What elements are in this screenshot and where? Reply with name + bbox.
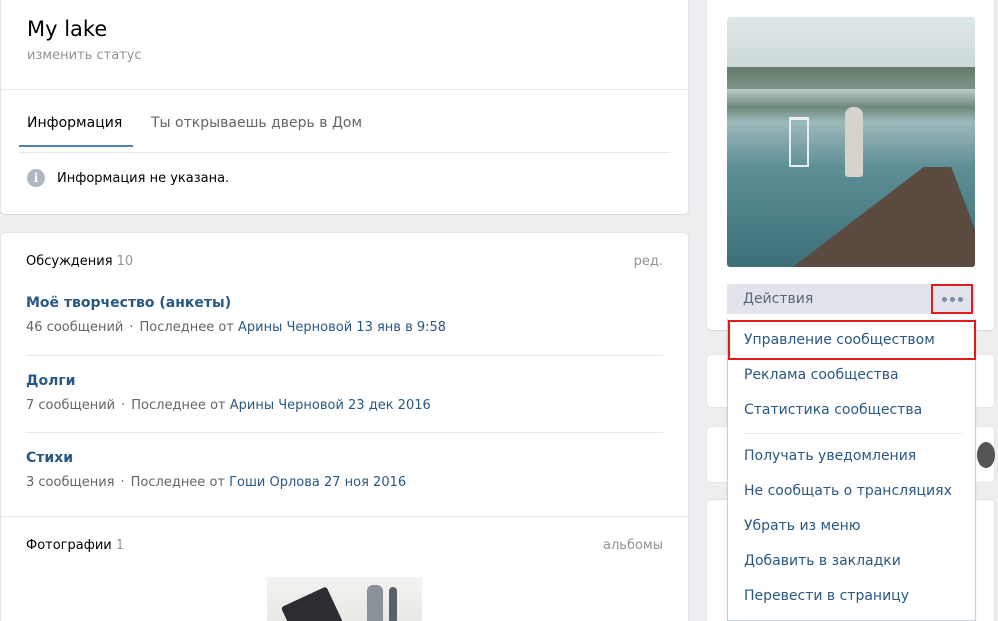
topic-divider xyxy=(26,432,663,433)
actions-dropdown-menu: Управление сообществом Реклама сообществ… xyxy=(727,319,976,621)
menu-item-remove-from-menu[interactable]: Убрать из меню xyxy=(744,518,861,534)
active-tab-indicator xyxy=(19,145,133,147)
menu-item-get-notifications[interactable]: Получать уведомления xyxy=(744,448,916,464)
topic-meta: 3 сообщения · Последнее от Гоши Орлова 27 … xyxy=(26,475,406,490)
divider xyxy=(1,89,688,90)
topic-message-count: 3 сообщения xyxy=(26,475,115,490)
page-title: My lake xyxy=(27,17,108,41)
menu-item-add-bookmark[interactable]: Добавить в закладки xyxy=(744,553,901,569)
menu-item-community-stats[interactable]: Статистика сообщества xyxy=(744,402,922,418)
discussions-title: Обсуждения xyxy=(26,254,113,269)
separator-dot: · xyxy=(121,398,126,413)
topic-meta: 46 сообщений · Последнее от Арины Черновой… xyxy=(26,320,446,335)
tab-door-home[interactable]: Ты открываешь дверь в Дом xyxy=(151,115,362,131)
topic-last-prefix: Последнее от xyxy=(131,398,226,413)
photos-header[interactable]: Фотографии 1 xyxy=(26,538,124,553)
actions-label: Действия xyxy=(743,291,814,307)
photo-thumbnail[interactable] xyxy=(267,577,422,621)
topic-last-author-link[interactable]: Арины Черновой 23 дек 2016 xyxy=(230,398,431,413)
photos-count: 1 xyxy=(115,538,125,553)
topic-last-prefix: Последнее от xyxy=(139,320,234,335)
topic-title[interactable]: Долги xyxy=(26,373,75,389)
albums-link[interactable]: альбомы xyxy=(603,538,663,553)
discussions-edit-link[interactable]: ред. xyxy=(634,254,663,269)
menu-item-manage-community[interactable]: Управление сообществом xyxy=(744,332,935,348)
separator-dot: · xyxy=(120,475,125,490)
topic-meta: 7 сообщений · Последнее от Арины Черновой … xyxy=(26,398,431,413)
info-empty-text: Информация не указана. xyxy=(57,171,230,186)
discussions-header[interactable]: Обсуждения 10 xyxy=(26,254,133,269)
photo-person xyxy=(845,107,863,177)
tabs-divider xyxy=(19,152,670,153)
group-header-card: My lake изменить статус Информация Ты от… xyxy=(1,0,688,214)
topic-title[interactable]: Стихи xyxy=(26,450,73,466)
separator-dot: · xyxy=(129,320,134,335)
topic-last-author-link[interactable]: Гоши Орлова 27 ноя 2016 xyxy=(229,475,406,490)
photo-ladder xyxy=(789,117,809,167)
photo-object xyxy=(367,585,383,621)
photo-trees xyxy=(727,67,975,89)
change-status-link[interactable]: изменить статус xyxy=(27,48,142,63)
tab-information[interactable]: Информация xyxy=(27,115,122,131)
discussions-card: Обсуждения 10 ред. Моё творчество (анкеты… xyxy=(1,233,688,621)
more-dots-icon[interactable] xyxy=(931,284,973,314)
photos-title: Фотографии xyxy=(26,538,112,553)
group-avatar-card: Действия xyxy=(707,0,994,330)
photo-object xyxy=(280,586,344,621)
info-icon: i xyxy=(27,169,45,187)
photo-pier xyxy=(767,167,975,267)
topic-divider xyxy=(26,355,663,356)
topic-message-count: 46 сообщений xyxy=(26,320,124,335)
photo-object xyxy=(389,587,397,621)
actions-button[interactable]: Действия xyxy=(727,284,975,314)
avatar xyxy=(977,442,995,468)
menu-item-convert-to-page[interactable]: Перевести в страницу xyxy=(744,588,909,604)
topic-message-count: 7 сообщений xyxy=(26,398,116,413)
discussions-count: 10 xyxy=(116,254,134,269)
menu-divider xyxy=(744,433,962,434)
menu-item-community-ads[interactable]: Реклама сообщества xyxy=(744,367,899,383)
topic-last-prefix: Последнее от xyxy=(130,475,225,490)
group-cover-photo[interactable] xyxy=(727,17,975,267)
menu-item-mute-broadcasts[interactable]: Не сообщать о трансляциях xyxy=(744,483,952,499)
topic-title[interactable]: Моё творчество (анкеты) xyxy=(26,295,231,311)
block-divider xyxy=(1,516,688,517)
topic-last-author-link[interactable]: Арины Черновой 13 янв в 9:58 xyxy=(238,320,446,335)
